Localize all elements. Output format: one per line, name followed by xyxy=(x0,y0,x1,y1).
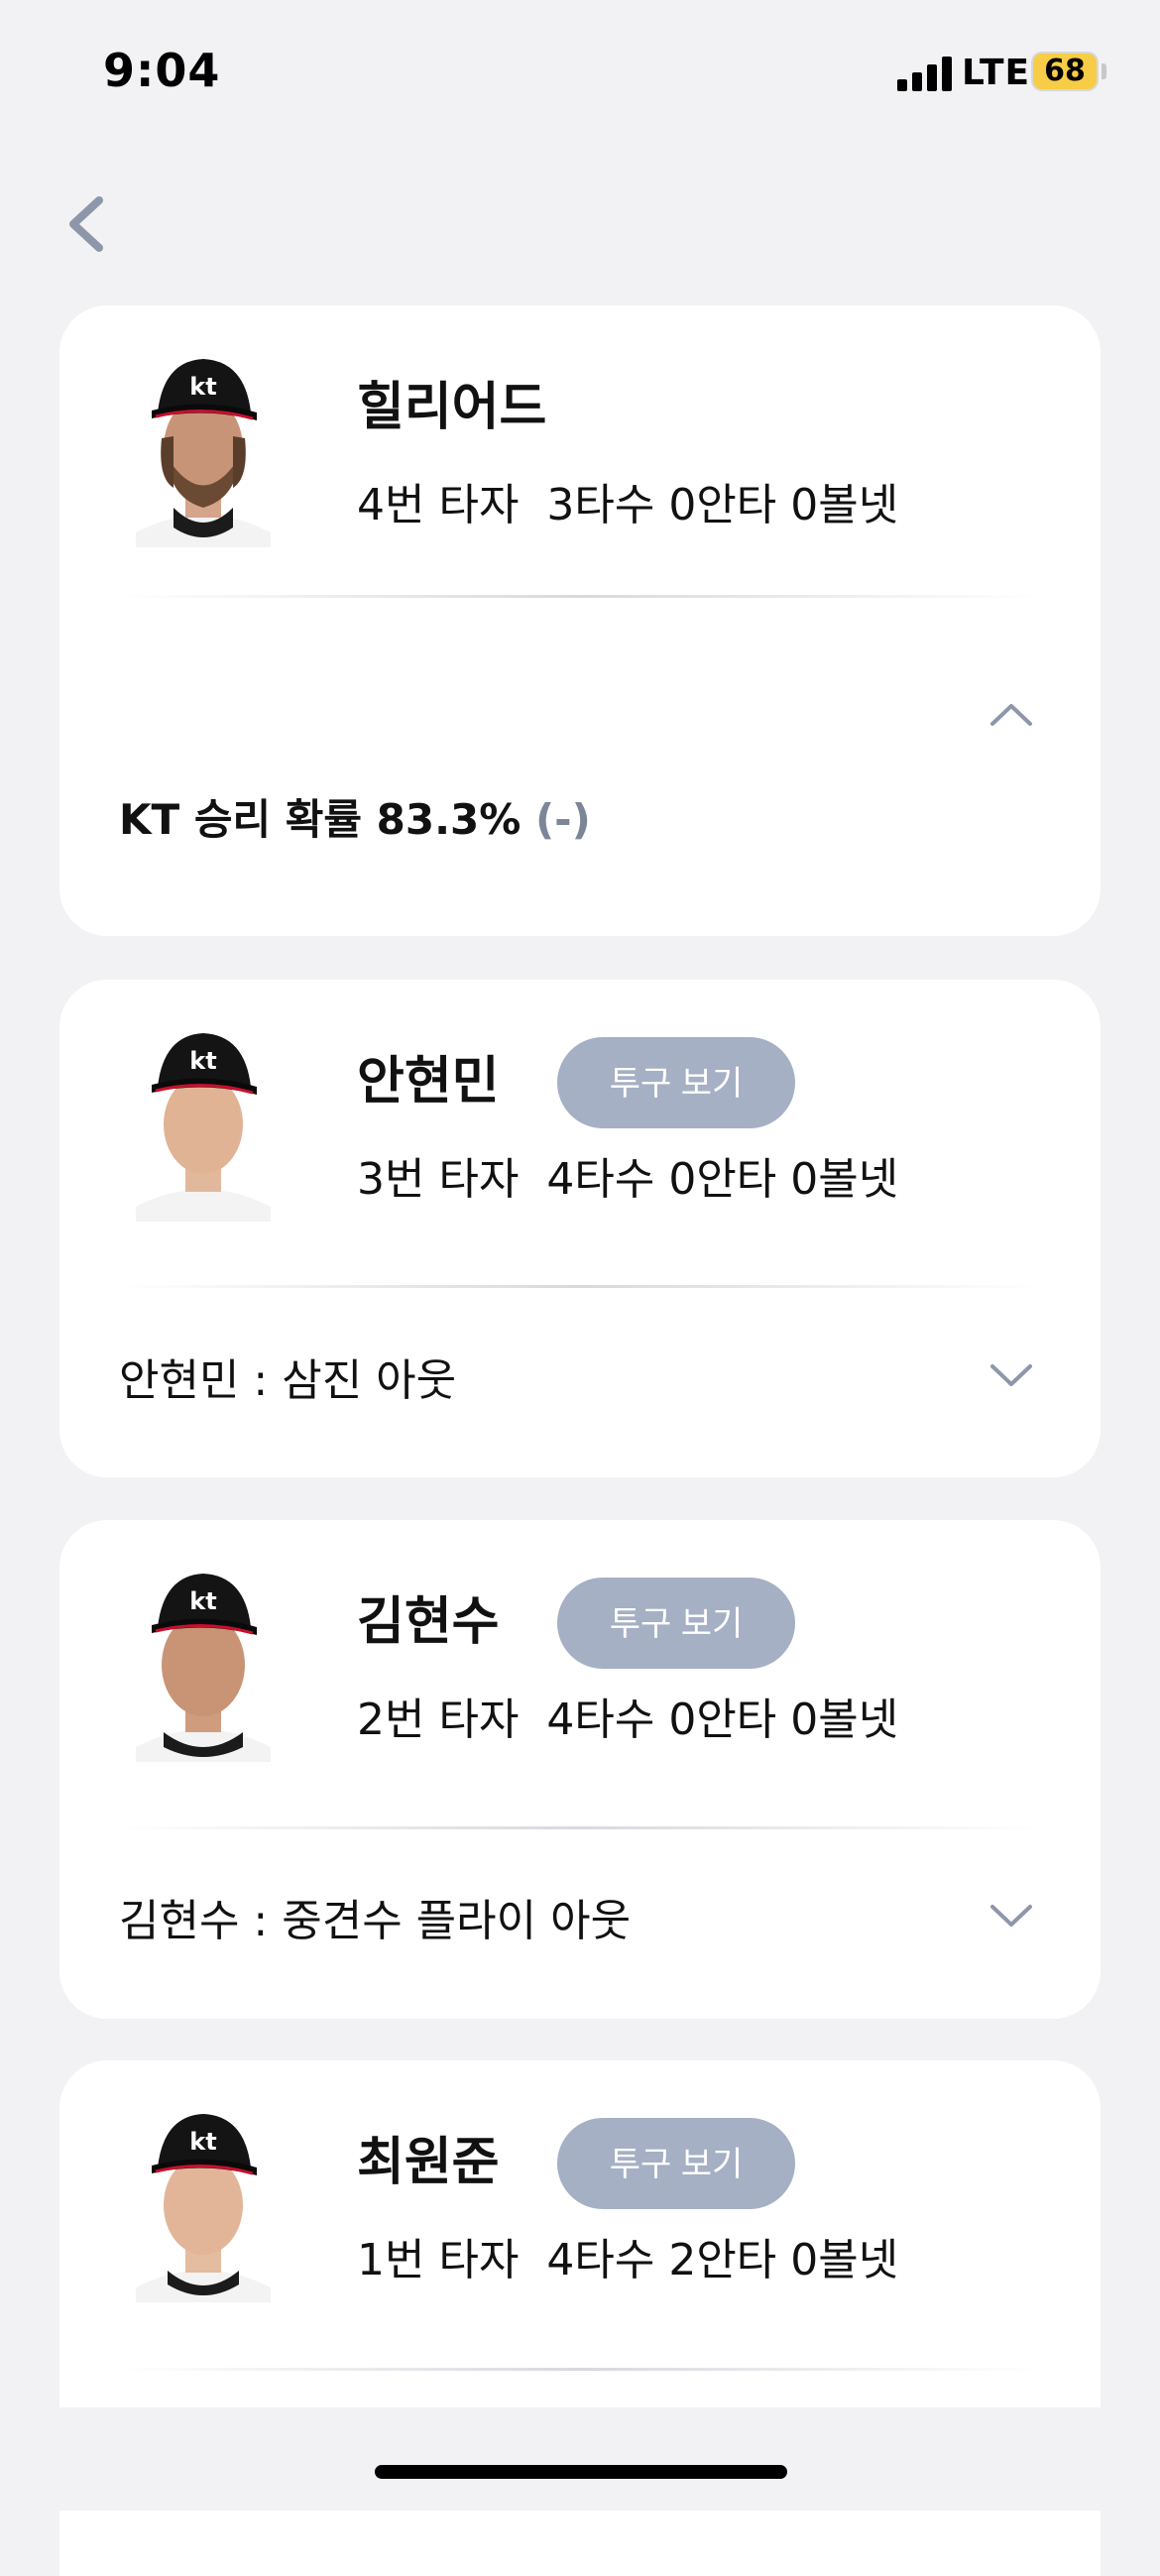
batter-card: kt 김현수 투구 보기 2번 타자 4타수 0안타 0볼넷 김현수 : 중견수… xyxy=(59,1520,1101,2019)
status-bar: 9:04 LTE 68 xyxy=(0,0,1160,139)
win-probability-delta: (-) xyxy=(534,795,591,844)
divider xyxy=(119,1826,1041,1829)
back-button[interactable] xyxy=(59,188,119,258)
player-stats: 3번 타자 4타수 0안타 0볼넷 xyxy=(357,1154,899,1205)
chevron-down-icon[interactable] xyxy=(986,1356,1036,1396)
player-avatar: kt xyxy=(136,1033,271,1222)
svg-text:kt: kt xyxy=(189,2128,216,2156)
view-pitches-button[interactable]: 투구 보기 xyxy=(557,1037,795,1128)
svg-text:kt: kt xyxy=(189,373,216,401)
battery-icon: 68 xyxy=(1031,52,1099,91)
play-result: 안현민 : 삼진 아웃 xyxy=(119,1355,457,1406)
chevron-down-icon[interactable] xyxy=(986,1897,1036,1936)
player-avatar: kt xyxy=(136,359,271,547)
player-name: 최원준 xyxy=(357,2133,500,2192)
player-stats: 2번 타자 4타수 0안타 0볼넷 xyxy=(357,1695,899,1745)
player-avatar: kt xyxy=(136,2114,271,2302)
player-avatar: kt xyxy=(136,1574,271,1762)
view-pitches-button[interactable]: 투구 보기 xyxy=(557,1578,795,1669)
chevron-up-icon[interactable] xyxy=(986,694,1036,734)
divider xyxy=(119,595,1041,598)
signal-icon xyxy=(897,56,953,91)
win-probability: KT 승리 확률 83.3% (-) xyxy=(119,786,591,847)
divider xyxy=(119,2368,1041,2371)
bottom-safe-area xyxy=(0,2407,1160,2511)
battery-nub xyxy=(1102,63,1106,79)
batter-card: kt 힐리어드 4번 타자 3타수 0안타 0볼넷 KT 승리 확률 83.3%… xyxy=(59,305,1101,936)
network-label: LTE xyxy=(962,53,1031,93)
player-stats: 4번 타자 3타수 0안타 0볼넷 xyxy=(357,480,899,530)
svg-text:kt: kt xyxy=(189,1047,216,1075)
status-time: 9:04 xyxy=(103,44,221,97)
player-stats: 1번 타자 4타수 2안타 0볼넷 xyxy=(357,2235,899,2285)
chevron-left-icon xyxy=(69,196,103,252)
win-probability-label: KT 승리 확률 83.3% xyxy=(119,795,522,844)
view-pitches-button[interactable]: 투구 보기 xyxy=(557,2118,795,2209)
divider xyxy=(119,1285,1041,1288)
batter-card: kt 안현민 투구 보기 3번 타자 4타수 0안타 0볼넷 안현민 : 삼진 … xyxy=(59,980,1101,1477)
home-indicator[interactable] xyxy=(375,2465,787,2479)
play-result: 김현수 : 중견수 플라이 아웃 xyxy=(119,1896,632,1946)
svg-text:kt: kt xyxy=(189,1587,216,1615)
battery-level: 68 xyxy=(1044,54,1086,88)
player-name: 힐리어드 xyxy=(357,378,547,437)
player-name: 안현민 xyxy=(357,1052,500,1112)
player-name: 김현수 xyxy=(357,1592,500,1652)
